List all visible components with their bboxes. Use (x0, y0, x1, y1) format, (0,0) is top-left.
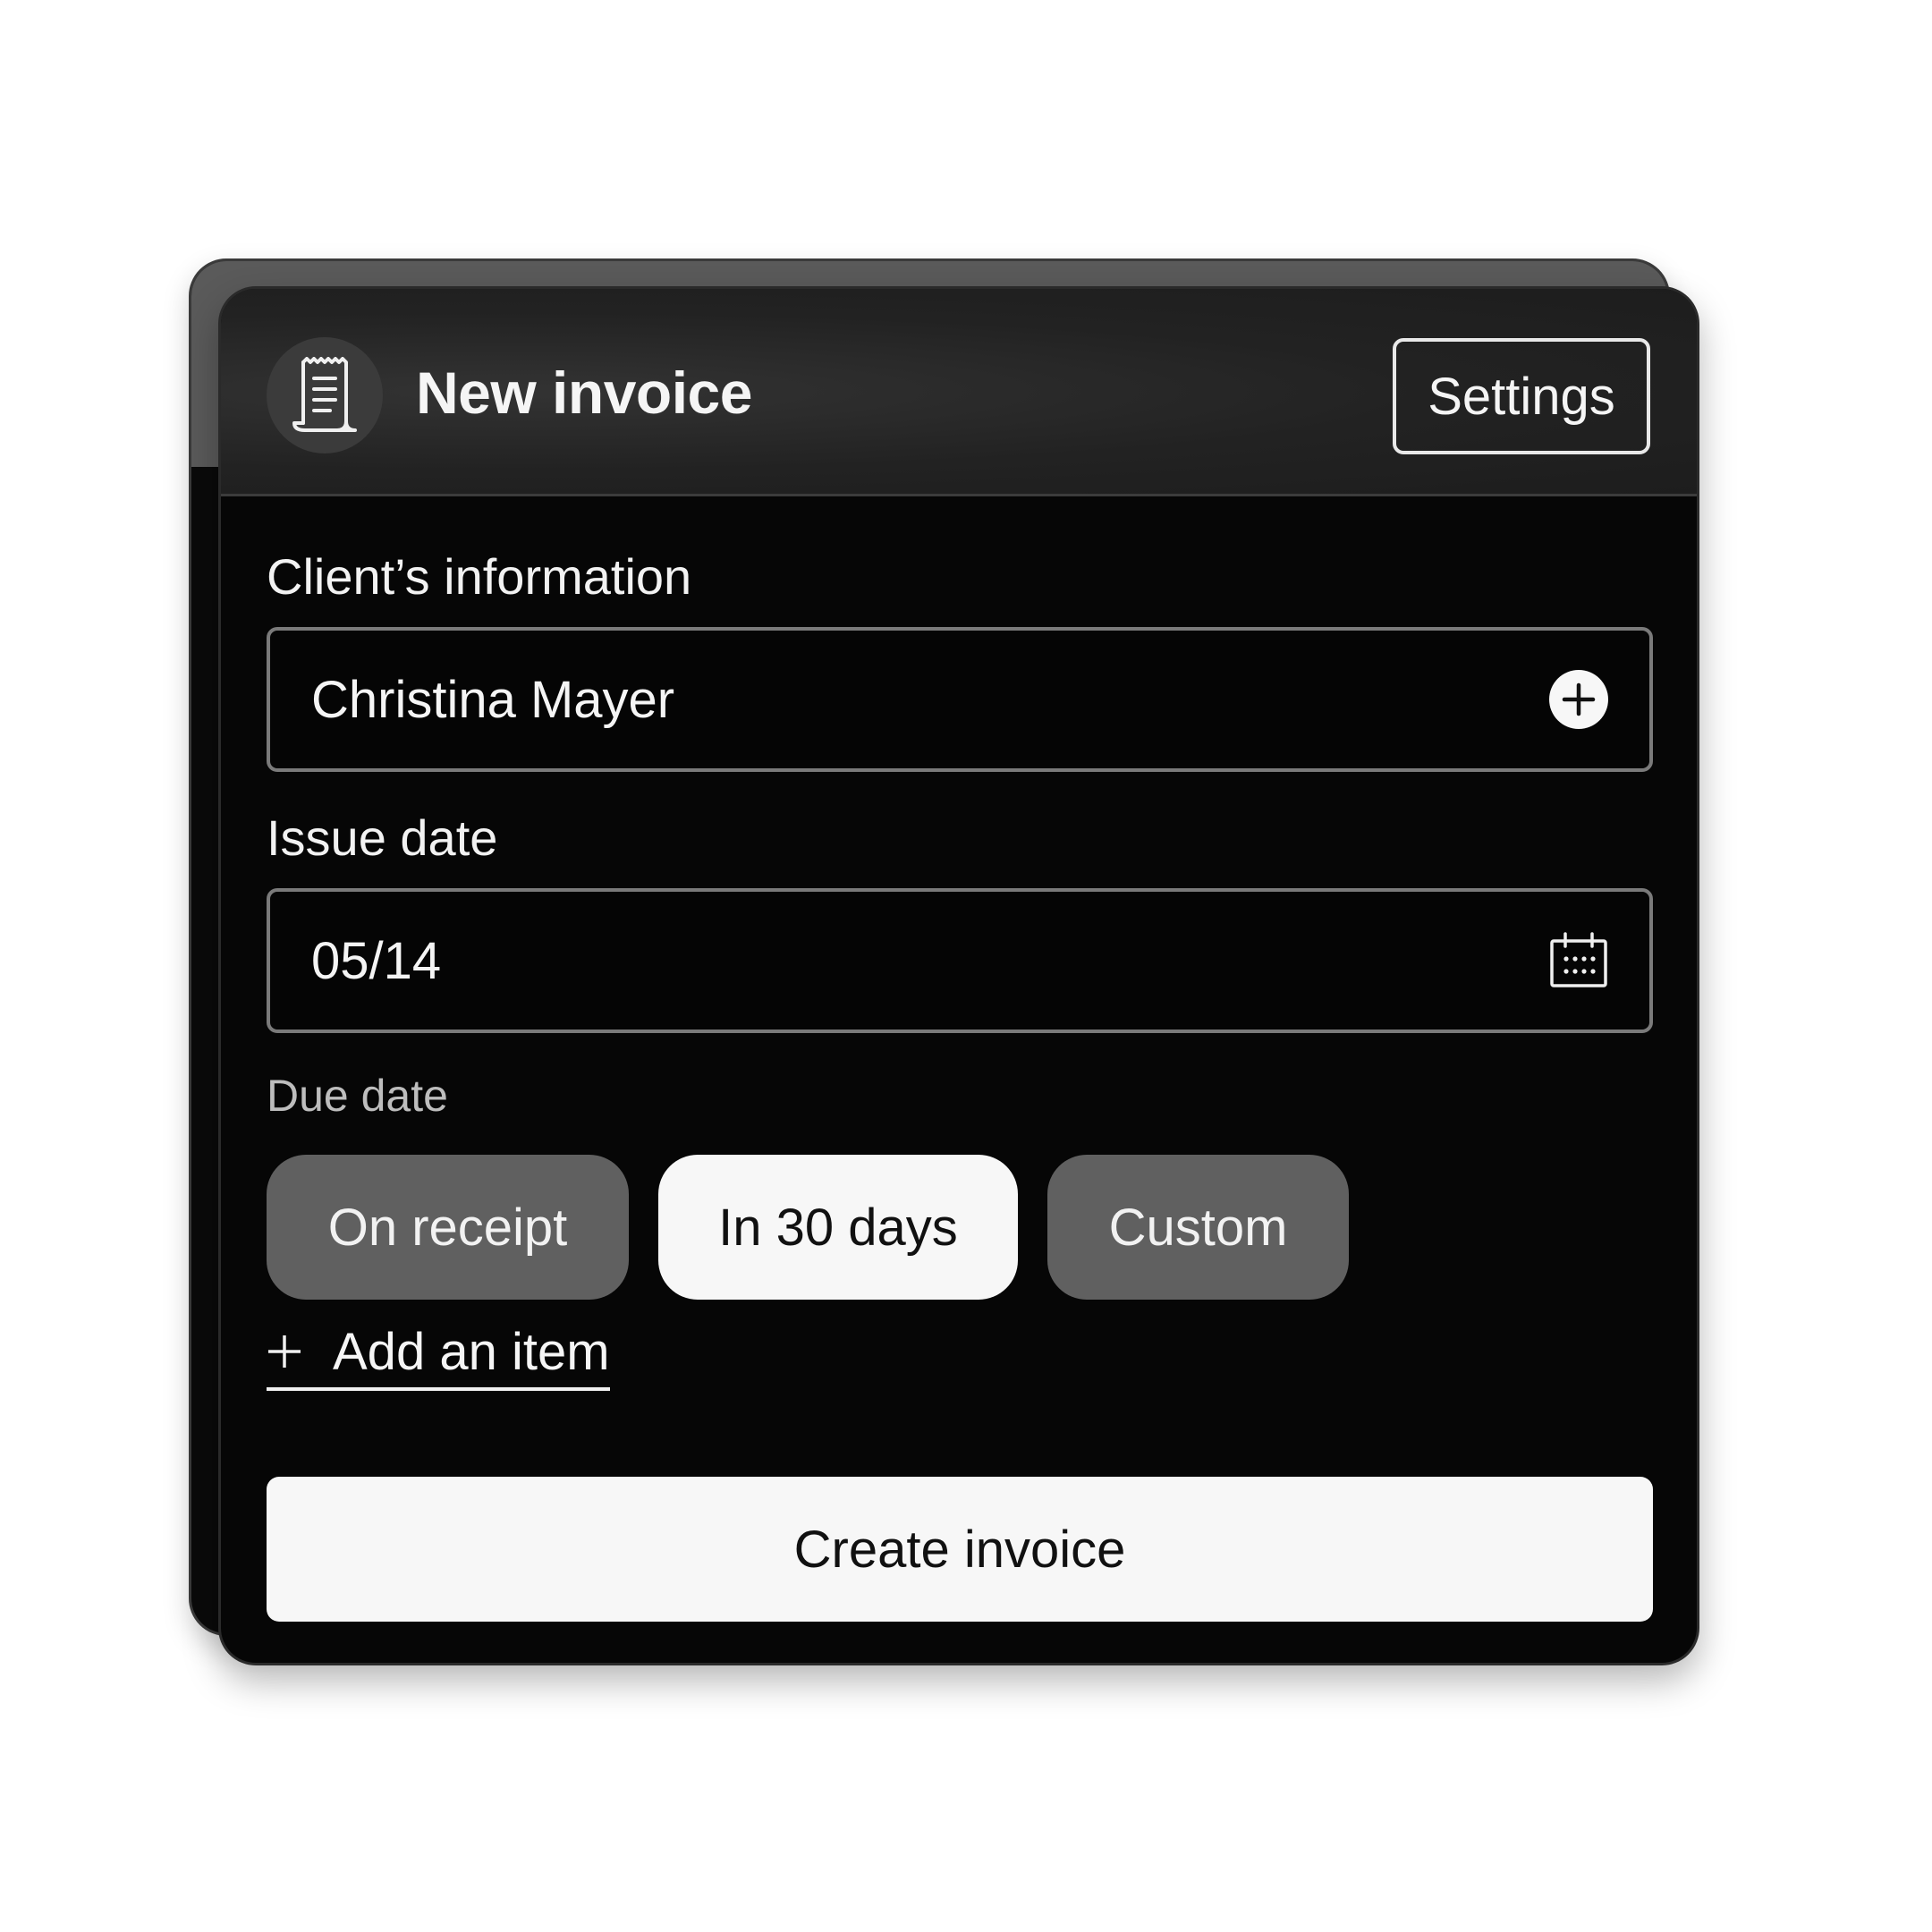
add-item-link[interactable]: Add an item (267, 1319, 610, 1391)
plus-icon (267, 1334, 302, 1369)
client-info-label: Client’s information (267, 548, 692, 605)
due-option-on-receipt[interactable]: On receipt (267, 1155, 629, 1300)
plus-circle-icon[interactable] (1547, 668, 1610, 731)
issue-date-label: Issue date (267, 809, 498, 866)
issue-date-value: 05/14 (311, 931, 442, 990)
due-option-in-30-days[interactable]: In 30 days (658, 1155, 1018, 1300)
receipt-icon (267, 337, 383, 453)
client-name-value: Christina Mayer (311, 670, 675, 729)
card-header: New invoice Settings (221, 289, 1697, 496)
due-date-label: Due date (267, 1071, 448, 1121)
add-item-label: Add an item (333, 1322, 610, 1381)
page-title: New invoice (416, 360, 752, 426)
create-invoice-button[interactable]: Create invoice (267, 1477, 1653, 1622)
client-field[interactable]: Christina Mayer (267, 627, 1653, 772)
stage: New invoice Settings Client’s informatio… (0, 0, 1932, 1932)
new-invoice-card: New invoice Settings Client’s informatio… (218, 286, 1699, 1665)
issue-date-field[interactable]: 05/14 (267, 888, 1653, 1033)
settings-button[interactable]: Settings (1393, 338, 1650, 454)
calendar-icon[interactable] (1547, 929, 1610, 992)
due-option-custom[interactable]: Custom (1047, 1155, 1349, 1300)
